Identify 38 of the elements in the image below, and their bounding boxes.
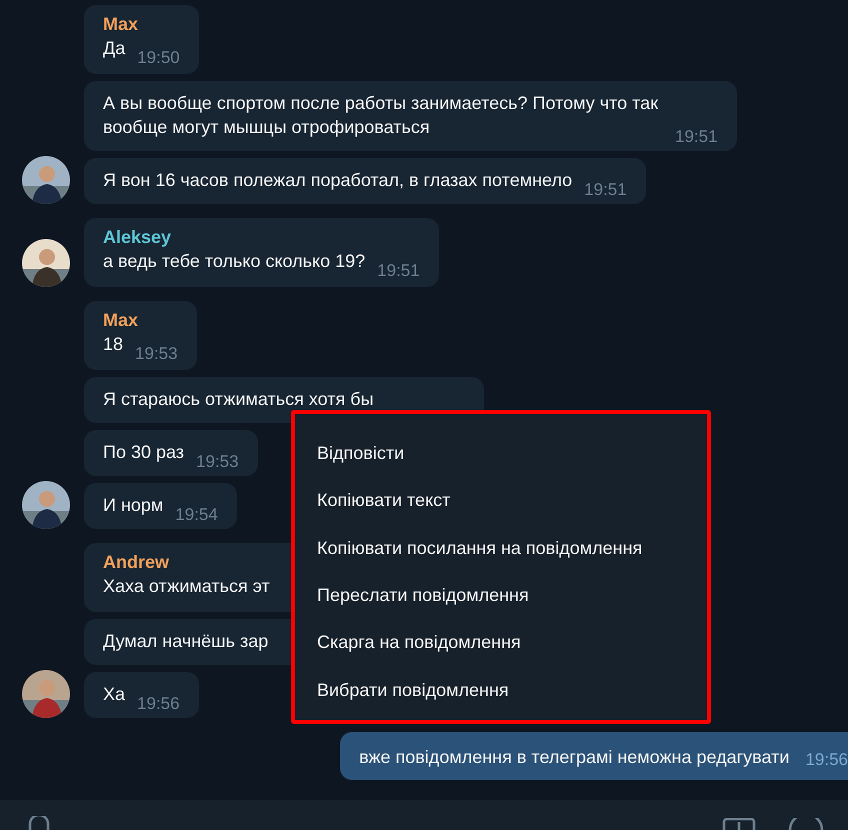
- message-text: Да: [103, 37, 126, 60]
- message-time: 19:51: [675, 127, 718, 147]
- sender-name[interactable]: Aleksey: [103, 225, 172, 249]
- sender-name[interactable]: Max: [103, 308, 138, 332]
- message-text: а ведь тебе только сколько 19?: [103, 250, 366, 273]
- message-time: 19:50: [137, 48, 180, 68]
- message-time: 19:56: [805, 749, 848, 771]
- avatar[interactable]: [22, 481, 70, 529]
- message-text: Ха: [103, 683, 126, 706]
- menu-item[interactable]: Переслати повідомлення: [295, 578, 707, 626]
- commands-icon[interactable]: [722, 818, 756, 830]
- message-text: вже повідомлення в телеграмі неможна редагувати: [359, 746, 790, 768]
- message-text: Хаха отжиматься эт: [103, 575, 270, 598]
- message-text: Я стараюсь отжиматься хотя бы: [103, 388, 374, 411]
- message-text: По 30 раз: [103, 441, 184, 464]
- menu-item[interactable]: Відповісти: [295, 436, 707, 484]
- message-time: 19:53: [196, 452, 239, 472]
- sender-name[interactable]: Max: [103, 12, 138, 36]
- message-time: 19:51: [584, 180, 627, 200]
- menu-item[interactable]: Копіювати посилання на повідомлення: [295, 530, 707, 578]
- paperclip-icon[interactable]: [26, 816, 52, 830]
- avatar[interactable]: [22, 156, 70, 204]
- message-time: 19:56: [137, 694, 180, 714]
- menu-item[interactable]: Скарга на повідомлення: [295, 625, 707, 673]
- message-text: И норм: [103, 494, 164, 517]
- avatar[interactable]: [22, 670, 70, 718]
- menu-item[interactable]: Копіювати текст: [295, 483, 707, 531]
- avatar[interactable]: [22, 239, 70, 287]
- message-text: Думал начнёшь зар: [103, 630, 268, 653]
- message-text: А вы вообще спортом после работы занимаетесь? Потому что так вообще могут мышцы отрофироваться: [103, 92, 660, 139]
- message-time: 19:53: [135, 344, 178, 364]
- menu-item[interactable]: Вибрати повідомлення: [295, 672, 707, 720]
- message-time: 19:51: [377, 261, 420, 281]
- sender-name[interactable]: Andrew: [103, 550, 170, 574]
- message-text: Я вон 16 часов полежал поработал, в глазах потемнело: [103, 169, 572, 192]
- emoji-icon[interactable]: [788, 818, 824, 830]
- message-text: 18: [103, 333, 124, 356]
- message-time: 19:54: [175, 505, 218, 525]
